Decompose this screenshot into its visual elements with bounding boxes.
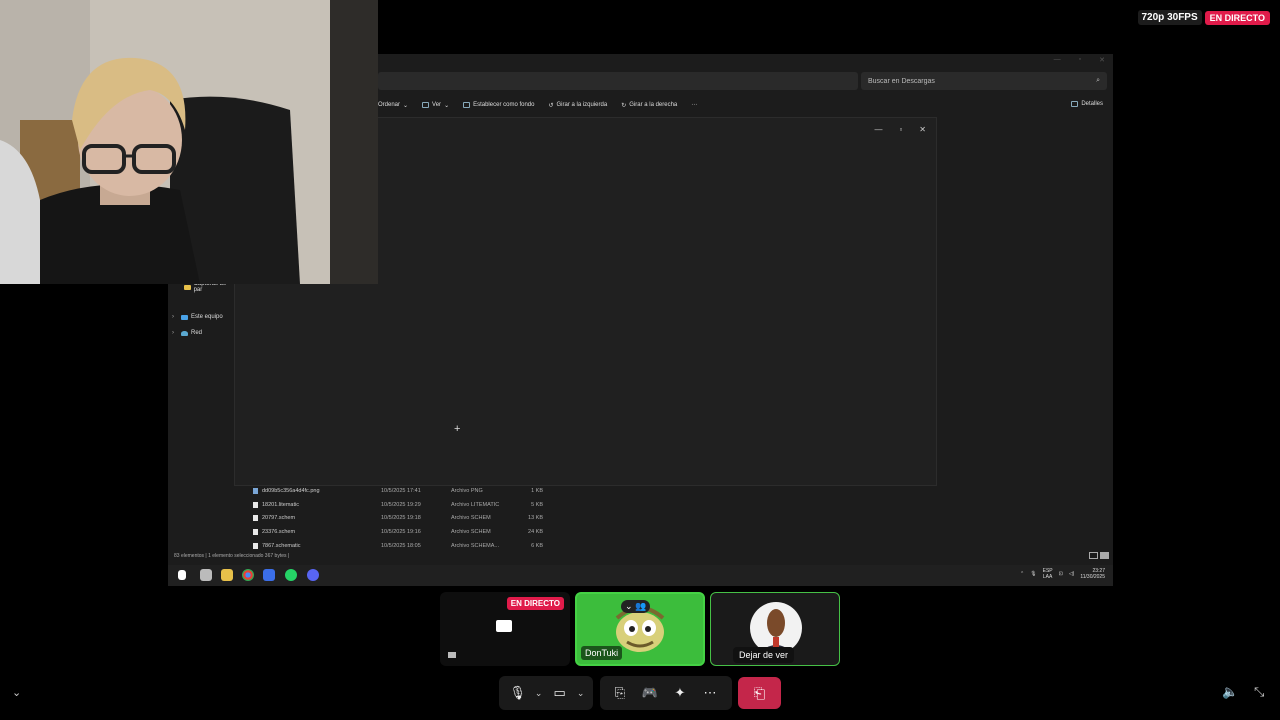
close-icon[interactable]: ✕ bbox=[919, 125, 926, 134]
chevron-down-icon[interactable]: ⌄ bbox=[534, 688, 543, 699]
participant-tile-dontuki[interactable]: ⌄ 👥 DonTuki bbox=[575, 592, 705, 666]
file-row[interactable]: 7867.schematic 10/5/2025 18:05 Archivo S… bbox=[253, 539, 553, 553]
folder-icon bbox=[184, 284, 191, 290]
camera-off-icon[interactable]: ▭ bbox=[549, 681, 570, 705]
rotate-left-icon: ↺ bbox=[548, 102, 554, 109]
soundboard-icon[interactable]: ✦ bbox=[668, 681, 692, 705]
screen-share-tile[interactable]: EN DIRECTO bbox=[440, 592, 570, 666]
friends-icon[interactable]: ⌄ 👥 bbox=[621, 600, 651, 613]
live-badge: EN DIRECTO bbox=[506, 597, 564, 610]
more-icon[interactable]: ⋯ bbox=[698, 681, 722, 705]
close-icon[interactable]: ✕ bbox=[1099, 56, 1105, 64]
microphone-icon[interactable]: 🎙 bbox=[507, 681, 528, 705]
webcam-feed bbox=[0, 0, 378, 284]
whatsapp-icon[interactable] bbox=[285, 569, 297, 581]
microphone-icon[interactable]: 🎙 bbox=[1030, 571, 1036, 577]
screen-share-icon bbox=[496, 620, 512, 632]
quality-badge: 720p 30FPS bbox=[1137, 10, 1202, 25]
file-list: dd09b5c356a4d4fc.png 10/5/2025 17:41 Arc… bbox=[253, 484, 553, 552]
live-badge: EN DIRECTO bbox=[1204, 10, 1270, 25]
app-icon[interactable] bbox=[200, 569, 212, 581]
nav-item-network[interactable]: › Red bbox=[168, 325, 234, 341]
minimize-icon[interactable]: — bbox=[874, 125, 882, 134]
details-pane-icon bbox=[1071, 101, 1079, 107]
activity-controls: ⎘ 🎮 ✦ ⋯ bbox=[600, 676, 732, 710]
chrome-icon[interactable] bbox=[242, 569, 254, 581]
rotate-right-button[interactable]: ↻ Girar a la derecha bbox=[621, 102, 677, 109]
app-icon[interactable] bbox=[178, 570, 186, 580]
tooltip: Dejar de ver bbox=[733, 647, 795, 663]
media-controls: 🎙 ⌄ ▭ ⌄ bbox=[499, 676, 593, 710]
search-input[interactable]: Buscar en Descargas ⌕ bbox=[861, 72, 1107, 90]
file-icon bbox=[253, 515, 258, 522]
volume-icon[interactable]: ◁) bbox=[1069, 571, 1075, 577]
details-view-icon[interactable] bbox=[1089, 552, 1098, 559]
minimize-icon[interactable]: — bbox=[1054, 56, 1061, 64]
wallpaper-icon bbox=[463, 102, 471, 108]
stream-status: 720p 30FPS EN DIRECTO bbox=[1137, 10, 1270, 25]
exit-fullscreen-icon[interactable]: ⤡ bbox=[1254, 684, 1264, 700]
navigation-pane: Capturas de par › Este equipo › Red bbox=[168, 279, 234, 341]
monitor-icon bbox=[448, 652, 456, 658]
file-icon bbox=[253, 542, 258, 549]
file-row[interactable]: 18201.litematic 10/5/2025 19:29 Archivo … bbox=[253, 498, 553, 512]
activities-icon[interactable]: 🎮 bbox=[638, 681, 662, 705]
app-icon[interactable] bbox=[263, 569, 275, 581]
chevron-down-icon: ⌄ bbox=[403, 102, 409, 109]
view-button[interactable]: Ver ⌄ bbox=[422, 102, 449, 109]
system-tray: ⌃ 🎙 ESP LAA ⊡ ◁) 23:27 11/30/2025 bbox=[1020, 568, 1105, 580]
participant-name: DonTuki bbox=[581, 646, 623, 660]
chevron-up-icon[interactable]: ⌃ bbox=[1020, 571, 1024, 577]
chevron-down-icon[interactable]: ⌄ bbox=[12, 686, 21, 699]
share-screen-icon[interactable]: ⎘ bbox=[608, 681, 632, 705]
network-icon[interactable]: ⊡ bbox=[1059, 571, 1063, 577]
details-button[interactable]: Detalles bbox=[1071, 101, 1103, 107]
maximize-icon[interactable]: ▫ bbox=[1079, 56, 1081, 64]
file-row[interactable]: 23376.schem 10/5/2025 19:16 Archivo SCHE… bbox=[253, 525, 553, 539]
chevron-down-icon: ⌄ bbox=[444, 102, 450, 109]
participant-tile[interactable]: Dejar de ver bbox=[710, 592, 840, 666]
crosshair-cursor-icon: + bbox=[454, 423, 461, 435]
volume-icon[interactable]: 🔈 bbox=[1222, 684, 1238, 700]
file-icon bbox=[253, 501, 258, 508]
chevron-down-icon[interactable]: ⌄ bbox=[576, 688, 585, 699]
viewer-window-controls: — ▫ ✕ bbox=[874, 125, 926, 134]
view-icon bbox=[422, 102, 430, 108]
language-indicator[interactable]: ESP LAA bbox=[1043, 568, 1053, 580]
image-file-icon bbox=[253, 487, 258, 494]
maximize-icon[interactable]: ▫ bbox=[899, 125, 902, 134]
rotate-left-button[interactable]: ↺ Girar a la izquierda bbox=[548, 102, 607, 109]
set-background-button[interactable]: Establecer como fondo bbox=[463, 102, 534, 108]
more-options-button[interactable]: ··· bbox=[691, 102, 697, 108]
search-icon: ⌕ bbox=[1096, 77, 1100, 84]
network-icon bbox=[181, 330, 188, 336]
chevron-right-icon[interactable]: › bbox=[172, 314, 178, 320]
view-toggle bbox=[1089, 552, 1109, 559]
nav-item-this-pc[interactable]: › Este equipo bbox=[168, 309, 234, 325]
rotate-right-icon: ↻ bbox=[621, 102, 627, 109]
explorer-window-controls: — ▫ ✕ bbox=[1054, 56, 1105, 64]
status-bar: 83 elementos | 1 elemento seleccionado 3… bbox=[174, 553, 290, 559]
webcam-image bbox=[0, 0, 378, 284]
clock[interactable]: 23:27 11/30/2025 bbox=[1080, 568, 1105, 580]
discord-icon[interactable] bbox=[307, 569, 319, 581]
address-bar[interactable] bbox=[378, 72, 858, 90]
file-icon bbox=[253, 528, 258, 535]
file-explorer-icon[interactable] bbox=[221, 569, 233, 581]
explorer-toolbar: Ordenar ⌄ Ver ⌄ Establecer como fondo ↺ Gir… bbox=[378, 96, 697, 114]
chevron-right-icon[interactable]: › bbox=[172, 330, 178, 336]
taskbar: ⌃ 🎙 ESP LAA ⊡ ◁) 23:27 11/30/2025 bbox=[168, 565, 1113, 586]
sort-button[interactable]: Ordenar ⌄ bbox=[378, 102, 408, 109]
file-row[interactable]: dd09b5c356a4d4fc.png 10/5/2025 17:41 Arc… bbox=[253, 484, 553, 498]
search-placeholder: Buscar en Descargas bbox=[868, 77, 935, 85]
tiles-view-icon[interactable] bbox=[1100, 552, 1109, 559]
file-row[interactable]: 20797.schem 10/5/2025 19:18 Archivo SCHE… bbox=[253, 511, 553, 525]
stop-watching-icon: ⎗ bbox=[753, 684, 766, 701]
leave-call-button[interactable]: ⎗ bbox=[738, 677, 781, 709]
computer-icon bbox=[181, 314, 188, 320]
